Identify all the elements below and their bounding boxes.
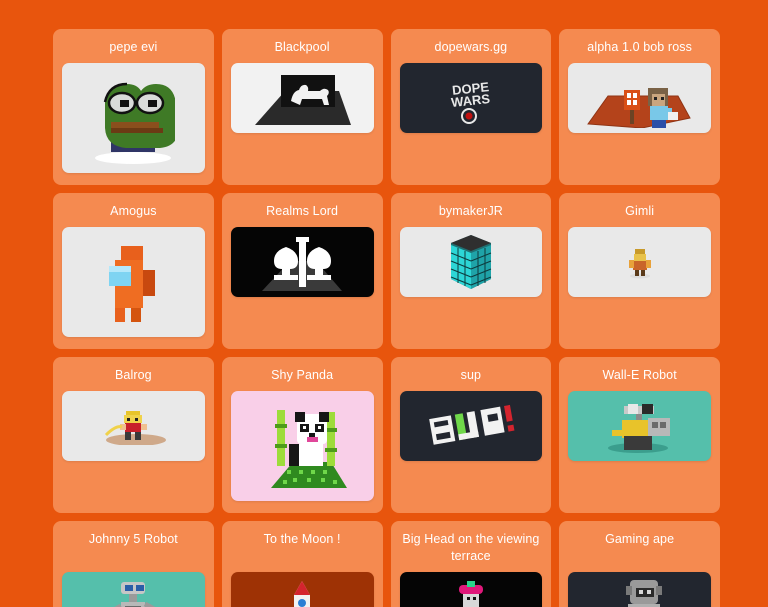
gallery-card[interactable]: Wall-E Robot (559, 357, 720, 513)
gaming-ape-voxel-icon (602, 574, 678, 607)
card-thumbnail[interactable] (568, 572, 711, 607)
card-title: Wall-E Robot (602, 368, 677, 382)
black-bear-voxel-icon (247, 67, 357, 129)
card-title: Amogus (110, 204, 157, 218)
gallery-card[interactable]: Big Head on the viewing terrace (390, 521, 552, 607)
card-title: Realms Lord (266, 204, 339, 218)
gallery-card[interactable]: dopewars.gg DOPE WARS (390, 29, 552, 185)
bob-ross-minecraft-voxel-icon (582, 68, 698, 128)
sup-text-voxel-icon (425, 404, 517, 448)
big-head-terrace-voxel-icon (411, 579, 531, 607)
shy-panda-voxel-icon (253, 400, 351, 492)
card-thumbnail[interactable]: DOPE WARS (399, 63, 543, 133)
gallery-card[interactable]: bymakerJR (390, 193, 552, 349)
gallery-card[interactable]: Amogus (53, 193, 214, 349)
among-us-crewmate-voxel-icon (97, 236, 169, 328)
card-title: pepe evi (109, 40, 158, 54)
pepe-frog-voxel-icon (91, 72, 176, 164)
card-thumbnail[interactable] (62, 227, 205, 337)
gallery-card[interactable]: pepe evi (53, 29, 214, 185)
card-thumbnail[interactable] (568, 63, 711, 133)
svg-text:WARS: WARS (450, 91, 491, 110)
gallery-card[interactable]: Johnny 5 Robot (53, 521, 214, 607)
rocket-voxel-icon (282, 579, 322, 607)
gallery-card[interactable]: alpha 1.0 bob ross (559, 29, 720, 185)
card-thumbnail[interactable] (230, 572, 374, 607)
card-thumbnail[interactable] (62, 391, 205, 461)
card-title: Blackpool (274, 40, 330, 54)
dopewars-logo-voxel-icon: DOPE WARS (436, 71, 506, 125)
card-thumbnail[interactable] (399, 391, 543, 461)
gallery-card[interactable]: Gimli (559, 193, 720, 349)
gallery-card[interactable]: Balrog (53, 357, 214, 513)
card-title: Shy Panda (271, 368, 334, 382)
card-thumbnail[interactable] (230, 63, 374, 133)
glass-tower-voxel-icon (447, 233, 495, 291)
card-thumbnail[interactable] (568, 227, 711, 297)
card-title: sup (460, 368, 482, 382)
gimli-dwarf-voxel-icon (625, 245, 655, 279)
gallery-card[interactable]: Shy Panda (221, 357, 383, 513)
card-title: bymakerJR (438, 204, 503, 218)
card-title: alpha 1.0 bob ross (587, 40, 692, 54)
gallery-card[interactable]: To the Moon ! (221, 521, 383, 607)
realms-lord-emblem-voxel-icon (246, 231, 358, 293)
card-thumbnail[interactable] (399, 227, 543, 297)
card-thumbnail[interactable] (62, 572, 205, 607)
card-title: Balrog (115, 368, 152, 382)
card-title: To the Moon ! (263, 532, 341, 546)
balrog-fighter-voxel-icon (96, 407, 170, 445)
card-thumbnail[interactable] (230, 391, 374, 501)
card-thumbnail[interactable] (568, 391, 711, 461)
card-title: Johnny 5 Robot (88, 532, 178, 546)
card-title: Big Head on the viewing terrace (402, 532, 540, 563)
card-title: Gaming ape (605, 532, 675, 546)
gallery-card[interactable]: Gaming ape (559, 521, 720, 607)
gallery-grid: pepe evi Blackpool dopewars.gg DOPE WARS alph… (0, 0, 768, 607)
card-thumbnail[interactable] (62, 63, 205, 173)
johnny-5-robot-voxel-icon (87, 576, 179, 607)
wall-e-robot-voxel-icon (594, 398, 686, 454)
gallery-card[interactable]: Realms Lord (221, 193, 383, 349)
card-thumbnail[interactable] (230, 227, 374, 297)
gallery-card[interactable]: Blackpool (221, 29, 383, 185)
card-title: dopewars.gg (434, 40, 508, 54)
card-thumbnail[interactable] (399, 572, 543, 607)
card-title: Gimli (625, 204, 655, 218)
gallery-card[interactable]: sup (390, 357, 552, 513)
